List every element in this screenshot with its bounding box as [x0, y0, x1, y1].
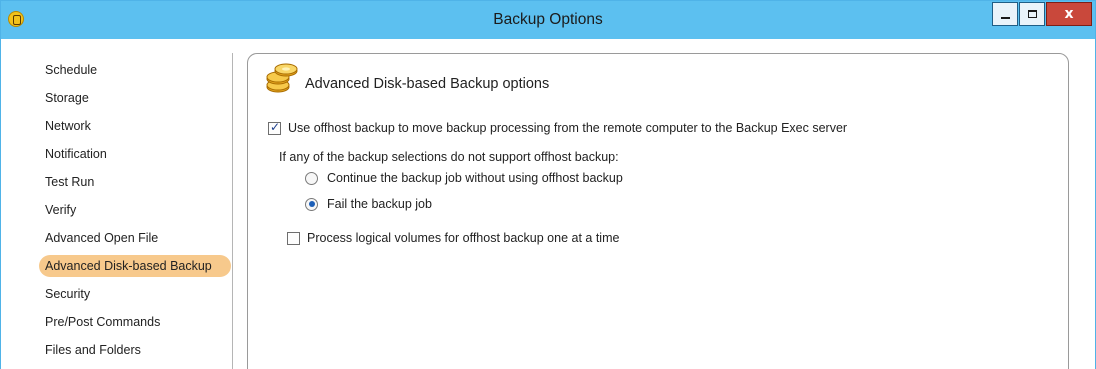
- close-button[interactable]: x: [1046, 2, 1092, 26]
- fail-backup-job-option[interactable]: Fail the backup job: [305, 197, 432, 211]
- sidebar-item-files-and-folders[interactable]: Files and Folders: [1, 336, 233, 364]
- continue-without-offhost-label: Continue the backup job without using of…: [327, 171, 623, 185]
- sidebar-item-storage[interactable]: Storage: [1, 84, 233, 112]
- window-title: Backup Options: [493, 11, 603, 28]
- sidebar-item-advanced-disk-based-backup[interactable]: Advanced Disk-based Backup: [39, 255, 231, 277]
- backup-options-window: Backup Options x Schedule Storage Networ…: [0, 0, 1096, 369]
- offhost-backup-checkbox[interactable]: [268, 120, 281, 135]
- minimize-button[interactable]: [992, 2, 1018, 26]
- fail-backup-job-label: Fail the backup job: [327, 197, 432, 211]
- logical-volumes-label: Process logical volumes for offhost back…: [307, 231, 620, 245]
- close-icon: x: [1064, 6, 1074, 22]
- options-sidebar: Schedule Storage Network Notification Te…: [1, 56, 233, 364]
- minimize-icon: [1000, 17, 1010, 19]
- offhost-backup-option[interactable]: Use offhost backup to move backup proces…: [268, 120, 848, 135]
- sidebar-item-security[interactable]: Security: [1, 280, 233, 308]
- panel-title: Advanced Disk-based Backup options: [305, 76, 550, 92]
- continue-without-offhost-option[interactable]: Continue the backup job without using of…: [305, 171, 623, 185]
- logical-volumes-option[interactable]: Process logical volumes for offhost back…: [287, 231, 619, 245]
- fail-backup-job-radio[interactable]: [305, 197, 318, 211]
- title-bar[interactable]: Backup Options x: [1, 1, 1095, 39]
- sidebar-item-schedule[interactable]: Schedule: [1, 56, 233, 84]
- maximize-icon: [1027, 10, 1037, 18]
- sidebar-item-verify[interactable]: Verify: [1, 196, 233, 224]
- continue-without-offhost-radio[interactable]: [305, 171, 318, 185]
- maximize-button[interactable]: [1019, 2, 1045, 26]
- sidebar-item-notification[interactable]: Notification: [1, 140, 233, 168]
- sidebar-item-advanced-open-file[interactable]: Advanced Open File: [1, 224, 233, 252]
- offhost-backup-label: Use offhost backup to move backup proces…: [288, 121, 848, 135]
- logical-volumes-checkbox[interactable]: [287, 231, 300, 245]
- sidebar-item-network[interactable]: Network: [1, 112, 233, 140]
- sidebar-item-pre-post-commands[interactable]: Pre/Post Commands: [1, 308, 233, 336]
- sidebar-item-test-run[interactable]: Test Run: [1, 168, 233, 196]
- sidebar-divider: [232, 53, 233, 369]
- stacked-disks-icon: [266, 63, 298, 93]
- options-panel: Advanced Disk-based Backup options Use o…: [247, 53, 1069, 369]
- unsupported-selection-prompt: If any of the backup selections do not s…: [279, 150, 619, 164]
